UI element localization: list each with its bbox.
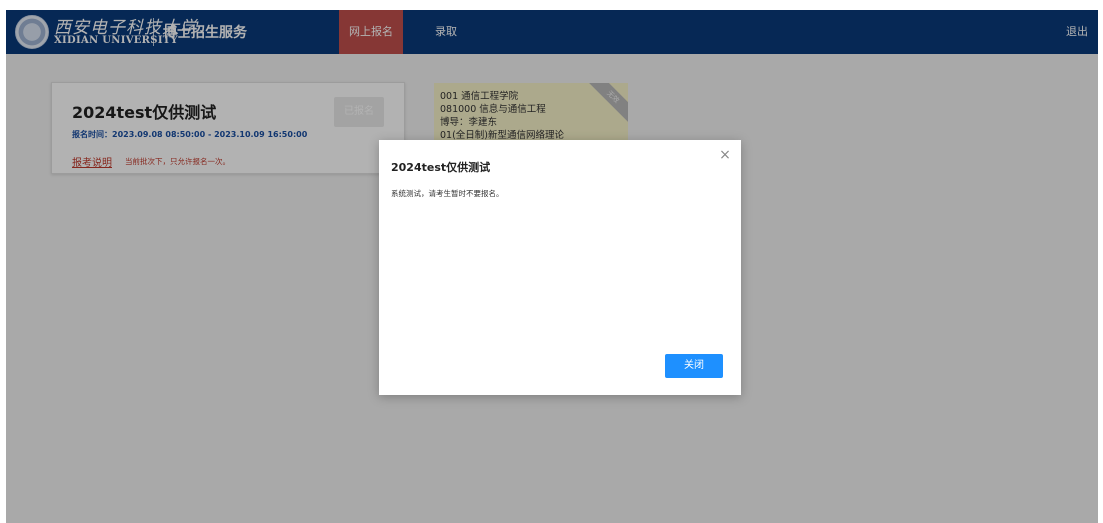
dialog-close-button[interactable]: 关闭 [665,354,723,378]
notice-dialog: 2024test仅供测试 × 系统测试，请考生暂时不要报名。 关闭 [379,140,741,395]
dialog-message: 系统测试，请考生暂时不要报名。 [391,189,504,198]
app-root: 西安电子科技大学 XIDIAN UNIVERSITY 博士招生服务 网上报名 录… [6,10,1098,523]
close-icon[interactable]: × [717,147,733,163]
dialog-title: 2024test仅供测试 [391,161,491,174]
